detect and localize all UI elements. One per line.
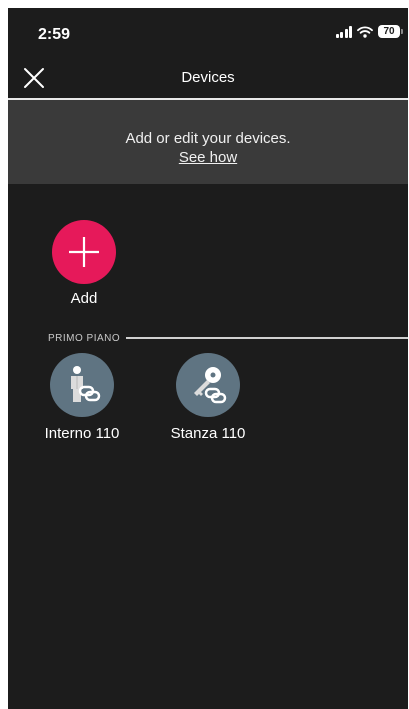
banner-text: Add or edit your devices.	[125, 130, 291, 147]
device-avatar[interactable]	[176, 353, 240, 417]
device-label: Interno 110	[44, 425, 120, 442]
battery-level: 70	[383, 26, 395, 37]
info-banner: Add or edit your devices. See how	[8, 100, 408, 184]
section-divider	[126, 337, 408, 339]
wifi-icon	[357, 25, 373, 38]
add-circle[interactable]	[52, 220, 116, 284]
signal-icon	[335, 25, 352, 38]
device-label: Stanza 110	[170, 425, 246, 442]
device-item-stanza-110[interactable]: Stanza 110	[158, 353, 258, 442]
device-item-interno-110[interactable]: Interno 110	[32, 353, 132, 442]
person-link-icon	[71, 366, 101, 402]
section-title: PRIMO PIANO	[48, 332, 121, 344]
status-time: 2:59	[38, 26, 71, 43]
section-header: PRIMO PIANO	[48, 331, 408, 345]
add-label: Add	[70, 290, 98, 307]
plus-icon	[69, 237, 99, 267]
key-link-icon	[194, 367, 227, 404]
see-how-link[interactable]: See how	[179, 149, 237, 166]
status-icons: 70	[335, 25, 403, 38]
device-avatar[interactable]	[50, 353, 114, 417]
nav-bar: Devices	[8, 58, 408, 100]
status-bar: 2:59 70	[8, 8, 408, 58]
page-title: Devices	[181, 69, 235, 86]
add-device-button[interactable]: Add	[44, 220, 124, 307]
battery-icon: 70	[378, 25, 403, 38]
app-screen: 2:59 70 Devices Add or edit your devices…	[8, 8, 408, 709]
